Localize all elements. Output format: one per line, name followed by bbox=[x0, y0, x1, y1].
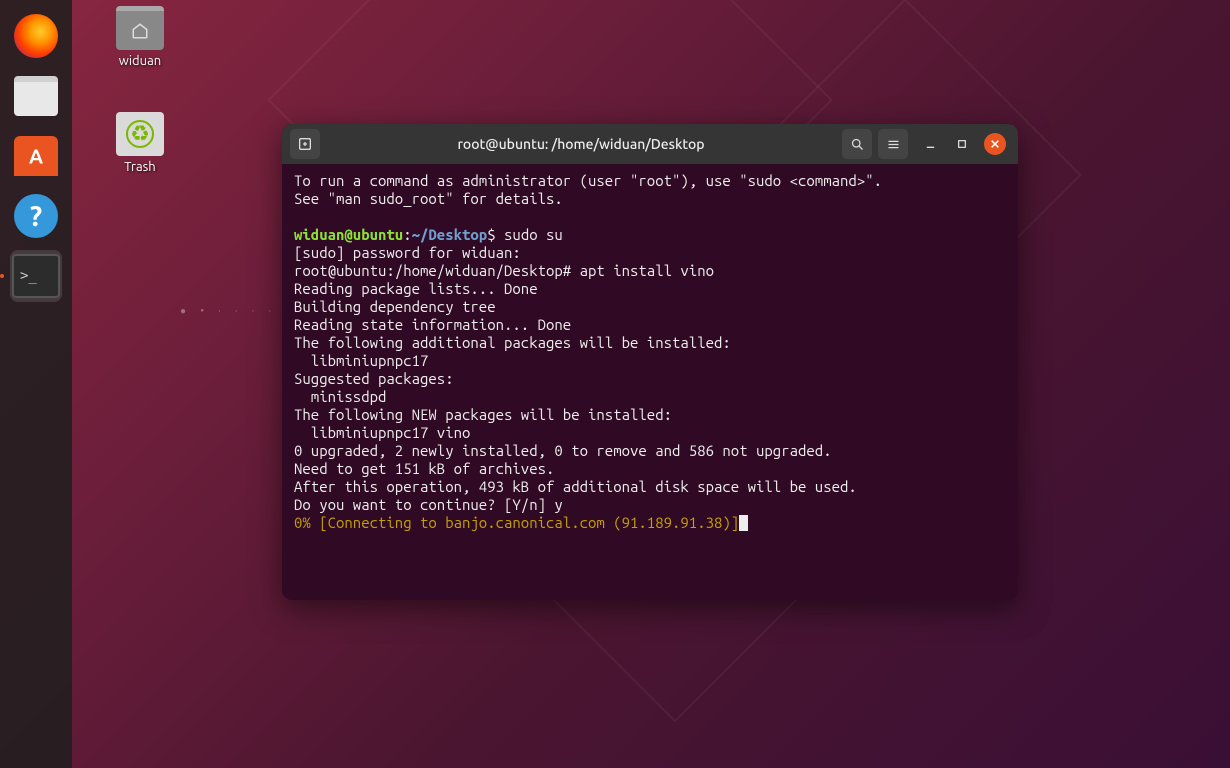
out-need: Need to get 151 kB of archives. bbox=[294, 460, 554, 477]
cursor bbox=[739, 515, 748, 531]
out-building: Building dependency tree bbox=[294, 298, 496, 315]
minimize-button[interactable] bbox=[920, 134, 940, 154]
new-tab-button[interactable] bbox=[290, 129, 320, 159]
dock-terminal[interactable]: >_ bbox=[10, 250, 62, 302]
sudo-hint-1: To run a command as administrator (user … bbox=[294, 172, 882, 189]
prompt-user: widuan@ubuntu bbox=[294, 226, 403, 243]
trash-icon bbox=[116, 112, 164, 156]
cmd2: apt install vino bbox=[580, 262, 714, 279]
desktop-home-label: widuan bbox=[119, 54, 161, 68]
out-suggested: Suggested packages: bbox=[294, 370, 454, 387]
hamburger-menu-button[interactable] bbox=[878, 129, 908, 159]
search-button[interactable] bbox=[842, 129, 872, 159]
window-title: root@ubuntu: /home/widuan/Desktop bbox=[326, 136, 836, 152]
maximize-button[interactable] bbox=[952, 134, 972, 154]
progress-line: 0% [Connecting to banjo.canonical.com (9… bbox=[294, 514, 739, 531]
titlebar[interactable]: root@ubuntu: /home/widuan/Desktop bbox=[282, 124, 1018, 164]
answer: y bbox=[554, 496, 562, 513]
files-icon bbox=[14, 76, 58, 116]
out-new-pkgs: libminiupnpc17 vino bbox=[294, 424, 470, 441]
out-additional-pkgs: libminiupnpc17 bbox=[294, 352, 428, 369]
root-prompt: root@ubuntu:/home/widuan/Desktop# bbox=[294, 262, 580, 279]
out-additional: The following additional packages will b… bbox=[294, 334, 731, 351]
dock-files[interactable] bbox=[10, 70, 62, 122]
dock: ? >_ bbox=[0, 0, 72, 768]
sudo-password-line: [sudo] password for widuan: bbox=[294, 244, 521, 261]
out-after: After this operation, 493 kB of addition… bbox=[294, 478, 857, 495]
terminal-body[interactable]: To run a command as administrator (user … bbox=[282, 164, 1018, 600]
terminal-icon: >_ bbox=[12, 254, 60, 298]
desktop-home-folder[interactable]: widuan bbox=[100, 6, 180, 68]
out-continue: Do you want to continue? [Y/n] bbox=[294, 496, 554, 513]
out-summary: 0 upgraded, 2 newly installed, 0 to remo… bbox=[294, 442, 832, 459]
out-suggested-pkgs: minissdpd bbox=[294, 388, 386, 405]
prompt-dollar: $ bbox=[487, 226, 504, 243]
dock-software[interactable] bbox=[10, 130, 62, 182]
folder-icon bbox=[116, 6, 164, 50]
terminal-window: root@ubuntu: /home/widuan/Desktop To run… bbox=[282, 124, 1018, 600]
dock-help[interactable]: ? bbox=[10, 190, 62, 242]
desktop-trash[interactable]: Trash bbox=[100, 112, 180, 174]
desktop-trash-label: Trash bbox=[124, 160, 155, 174]
close-button[interactable] bbox=[984, 133, 1006, 155]
prompt-path: ~/Desktop bbox=[412, 226, 488, 243]
dock-firefox[interactable] bbox=[10, 10, 62, 62]
cmd1: sudo su bbox=[504, 226, 563, 243]
help-icon: ? bbox=[14, 194, 58, 238]
prompt-colon: : bbox=[403, 226, 411, 243]
out-state: Reading state information... Done bbox=[294, 316, 571, 333]
out-new: The following NEW packages will be insta… bbox=[294, 406, 672, 423]
software-center-icon bbox=[14, 136, 58, 176]
sudo-hint-2: See "man sudo_root" for details. bbox=[294, 190, 563, 207]
out-reading: Reading package lists... Done bbox=[294, 280, 538, 297]
firefox-icon bbox=[14, 14, 58, 58]
